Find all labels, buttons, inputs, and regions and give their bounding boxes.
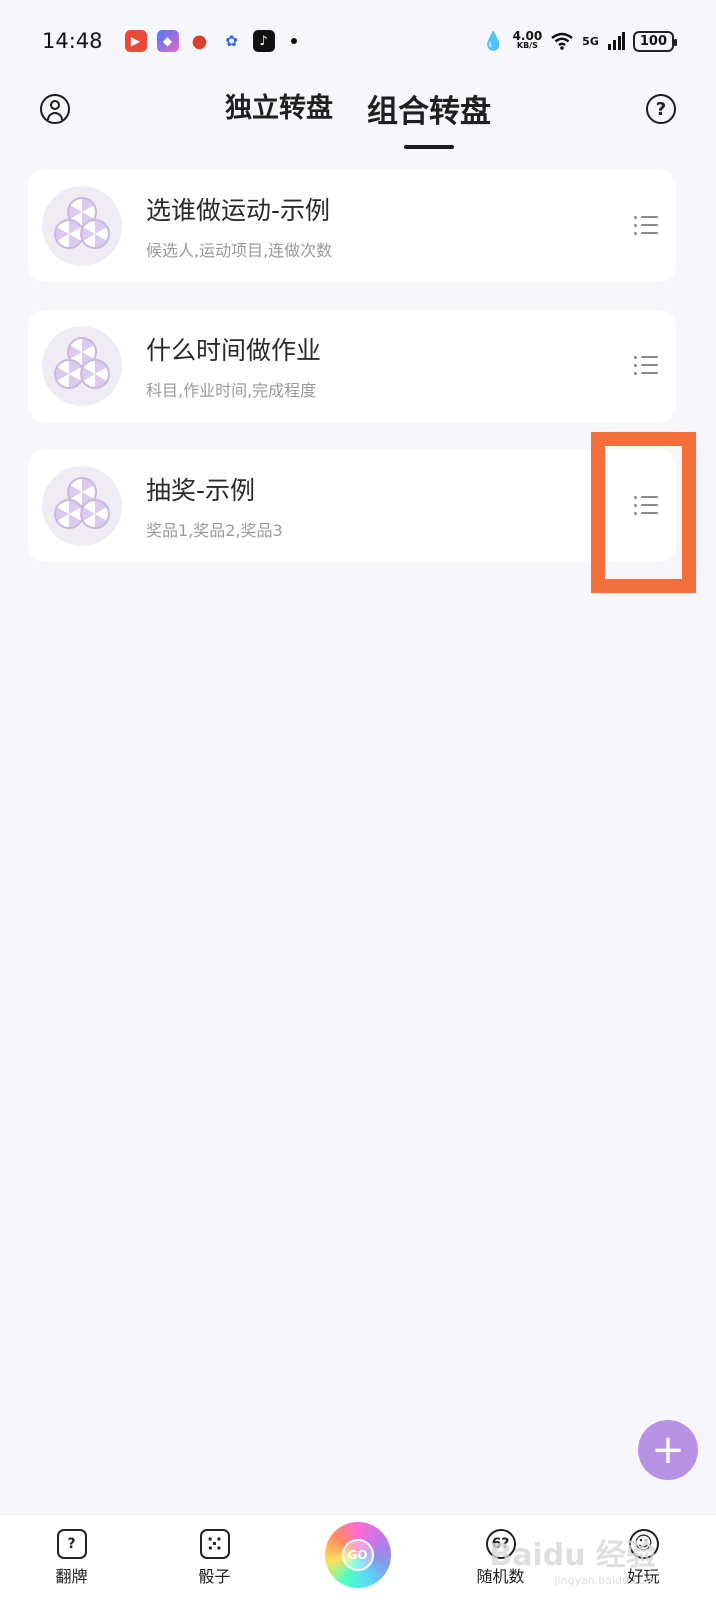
- list-item-subtitle: 候选人,运动项目,连做次数: [146, 241, 333, 260]
- go-label: GO: [341, 1538, 374, 1571]
- flip-card-icon: ?: [56, 1528, 87, 1559]
- tab-independent-wheel[interactable]: 独立转盘: [225, 86, 333, 149]
- tab-combined-wheel[interactable]: 组合转盘: [367, 86, 491, 149]
- video-app-icon: ▶: [124, 30, 147, 52]
- list-item-subtitle: 科目,作业时间,完成程度: [146, 381, 317, 400]
- list-item-text: 抽奖-示例 奖品1,奖品2,奖品3: [146, 471, 283, 541]
- add-wheel-button[interactable]: +: [638, 1420, 698, 1480]
- nav-item-flip-card[interactable]: ? 翻牌: [0, 1528, 143, 1587]
- list-item[interactable]: 什么时间做作业 科目,作业时间,完成程度: [28, 310, 676, 422]
- list-menu-icon[interactable]: [634, 354, 660, 376]
- nav-item-go[interactable]: GO: [286, 1521, 429, 1588]
- network-speed-value: 4.00: [512, 29, 543, 43]
- notification-icons: ▶ ◆ ● ✿ ♪: [124, 30, 297, 52]
- wifi-icon: [551, 32, 573, 50]
- top-bar: 独立转盘 组合转盘 ?: [0, 82, 716, 152]
- tiktok-app-icon: ♪: [252, 30, 275, 52]
- craft-app-icon: ◆: [156, 30, 179, 52]
- baidu-watermark: Baidu 经验 jingyan.baidu.com: [489, 1530, 656, 1587]
- list-item-title: 什么时间做作业: [146, 336, 322, 365]
- network-speed: 4.00 KB/S: [512, 29, 543, 51]
- battery-indicator: 100: [632, 30, 678, 52]
- more-notifications-dot: [290, 38, 297, 44]
- status-time: 14:48: [42, 29, 103, 53]
- list-item[interactable]: 抽奖-示例 奖品1,奖品2,奖品3: [28, 450, 676, 562]
- list-menu-icon[interactable]: [634, 494, 660, 516]
- list-item-title: 选谁做运动-示例: [146, 196, 331, 225]
- list-item-title: 抽奖-示例: [146, 476, 256, 505]
- watermark-text: Baidu 经验: [489, 1538, 656, 1573]
- status-right: 💧 4.00 KB/S 5G 100: [482, 29, 678, 52]
- network-speed-unit: KB/S: [516, 41, 538, 50]
- water-drop-icon: 💧: [482, 30, 505, 52]
- wheel-thumbnail-icon: [42, 186, 122, 266]
- list-item-text: 什么时间做作业 科目,作业时间,完成程度: [146, 331, 321, 401]
- list-item-subtitle: 奖品1,奖品2,奖品3: [146, 521, 283, 540]
- go-icon[interactable]: GO: [324, 1521, 391, 1588]
- help-icon[interactable]: ?: [646, 94, 676, 124]
- tomato-app-icon: ●: [191, 30, 208, 52]
- network-type: 5G: [582, 34, 599, 48]
- list-item[interactable]: 选谁做运动-示例 候选人,运动项目,连做次数: [28, 170, 676, 282]
- baidu-app-icon: ✿: [225, 32, 238, 50]
- wheel-thumbnail-icon: [42, 466, 122, 546]
- list-menu-icon[interactable]: [634, 214, 660, 236]
- nav-item-dice[interactable]: ⁙ 骰子: [143, 1528, 286, 1587]
- wheel-thumbnail-icon: [42, 326, 122, 406]
- nav-label: 翻牌: [55, 1566, 88, 1586]
- wheel-mode-tabs: 独立转盘 组合转盘: [0, 86, 716, 149]
- list-item-text: 选谁做运动-示例 候选人,运动项目,连做次数: [146, 191, 332, 261]
- signal-icon: [607, 32, 625, 50]
- combined-wheel-list: 选谁做运动-示例 候选人,运动项目,连做次数 什么时间做作业 科目,作业时间,完…: [28, 170, 676, 590]
- status-bar: 14:48 ▶ ◆ ● ✿ ♪ 💧 4.00 KB/S 5G 100: [0, 0, 716, 82]
- watermark-url: jingyan.baidu.com: [554, 1574, 656, 1587]
- nav-label: 骰子: [198, 1566, 231, 1586]
- dice-icon: ⁙: [199, 1528, 230, 1559]
